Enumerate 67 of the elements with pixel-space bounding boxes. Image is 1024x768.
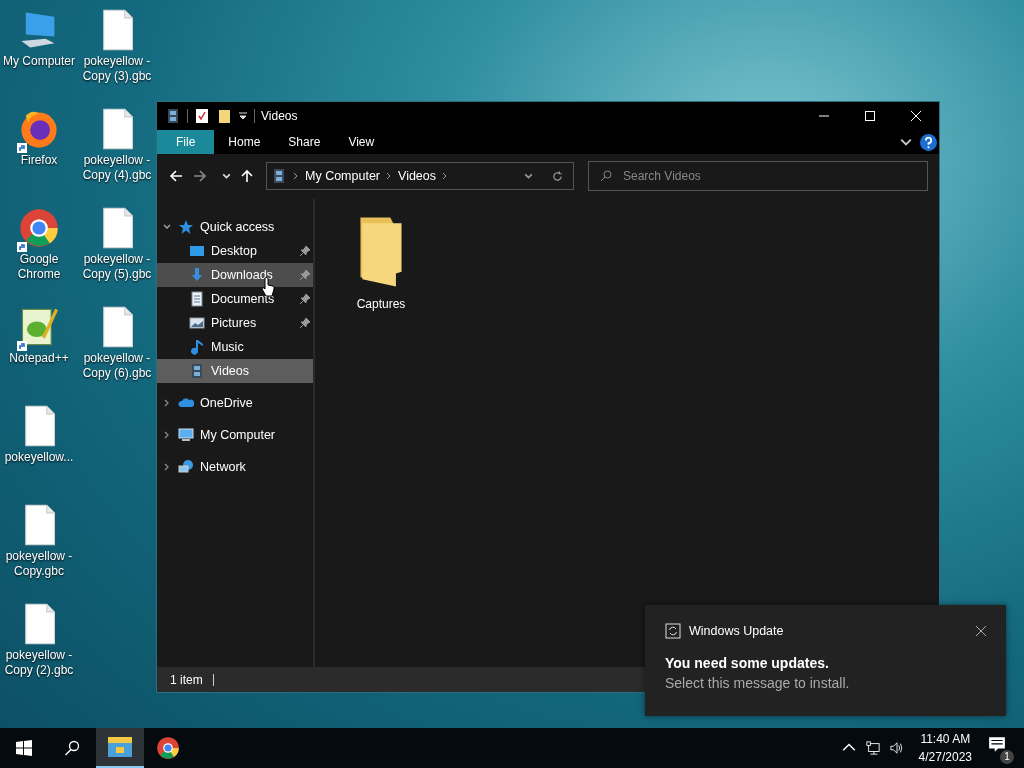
ribbon-tab[interactable]: View <box>334 130 389 154</box>
help-icon[interactable] <box>920 133 937 151</box>
item-count: 1 item <box>170 672 203 687</box>
network-icon <box>178 459 194 475</box>
desktop-shortcut[interactable]: My Computer <box>0 6 78 105</box>
ribbon-tab[interactable]: Home <box>214 130 275 154</box>
nav-item[interactable]: Pictures <box>157 311 313 335</box>
nav-item[interactable]: Documents <box>157 287 313 311</box>
folder-icon <box>108 735 132 759</box>
chevron-right-icon <box>293 171 299 181</box>
star-icon <box>178 219 194 235</box>
chevron-down-icon[interactable] <box>900 136 912 148</box>
notification-count-badge: 1 <box>1000 750 1014 764</box>
message-icon <box>988 736 1006 754</box>
update-icon <box>665 623 681 639</box>
music-icon <box>189 339 205 355</box>
ribbon-tab[interactable]: Share <box>274 130 335 154</box>
folder-item[interactable]: Captures <box>349 215 413 311</box>
chevron-right-icon <box>442 171 449 181</box>
desktop-shortcut[interactable]: pokeyellow - Copy (6).gbc <box>78 303 156 402</box>
chevron-right-icon <box>386 171 393 181</box>
desktop-shortcut[interactable]: pokeyellow... <box>0 402 78 501</box>
video-icon <box>189 363 205 379</box>
picture-icon <box>189 315 205 331</box>
document-icon <box>189 291 205 307</box>
ribbon-tab[interactable]: File <box>157 130 215 154</box>
video-icon <box>165 108 181 124</box>
desktop-shortcut[interactable]: Firefox <box>0 105 78 204</box>
nav-item[interactable]: Downloads <box>157 263 313 287</box>
nav-item[interactable]: Music <box>157 335 313 359</box>
nav-item[interactable]: Quick access <box>157 215 313 239</box>
breadcrumb[interactable]: My Computer <box>305 169 381 183</box>
notification-toast[interactable]: Windows Update You need some updates. Select this message to install. <box>645 605 1006 716</box>
nav-item[interactable]: My Computer <box>157 423 313 447</box>
close-icon[interactable] <box>976 626 986 636</box>
search-icon <box>600 170 612 182</box>
taskbar-app-button[interactable] <box>96 728 144 768</box>
notification-app-name: Windows Update <box>689 624 784 638</box>
notification-title: You need some updates. <box>665 654 830 673</box>
nav-item[interactable]: Network <box>157 455 313 479</box>
dropdown-icon[interactable] <box>238 111 248 121</box>
desktop-shortcut[interactable]: pokeyellow - Copy (3).gbc <box>78 6 156 105</box>
chrome-icon <box>17 206 61 250</box>
desktop-shortcut[interactable]: pokeyellow - Copy (2).gbc <box>0 600 78 699</box>
clock-date: 4/27/2023 <box>918 749 972 766</box>
download-icon <box>189 267 205 283</box>
clock-time: 11:40 AM <box>920 731 971 748</box>
video-icon <box>271 168 287 184</box>
desktop-icon <box>189 243 205 259</box>
window-title: Videos <box>261 109 298 123</box>
folder-icon[interactable] <box>216 108 232 124</box>
desktop-shortcut[interactable]: pokeyellow - Copy (5).gbc <box>78 204 156 303</box>
nav-item[interactable]: OneDrive <box>157 391 313 415</box>
notification-message: Select this message to install. <box>665 674 851 693</box>
desktop-shortcut[interactable]: pokeyellow - Copy.gbc <box>0 501 78 600</box>
clock[interactable]: 11:40 AM 4/27/2023 <box>908 730 982 766</box>
desktop-shortcut[interactable]: Google Chrome <box>0 204 78 303</box>
address-bar[interactable]: My Computer Videos <box>266 162 574 190</box>
search-field[interactable]: Search Videos <box>588 161 928 191</box>
nav-item[interactable]: Desktop <box>157 239 313 263</box>
properties-icon[interactable] <box>194 108 210 124</box>
nav-item[interactable]: Videos <box>157 359 313 383</box>
breadcrumb[interactable]: Videos <box>398 169 437 183</box>
desktop-shortcut[interactable]: pokeyellow - Copy (4).gbc <box>78 105 156 204</box>
computer-icon <box>178 427 194 443</box>
chrome-icon <box>156 736 180 760</box>
desktop-shortcut[interactable]: Notepad++ <box>0 303 78 402</box>
